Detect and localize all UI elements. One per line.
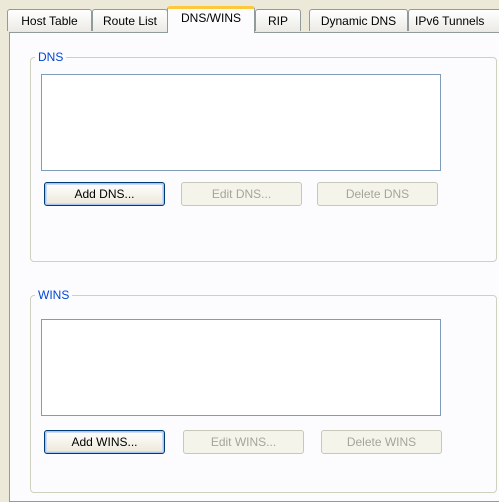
delete-wins-button-label: Delete WINS — [346, 435, 417, 449]
add-wins-button[interactable]: Add WINS... — [44, 430, 165, 454]
dns-wins-tab-page: DNS Add DNS... Edit DNS... Delete DNS WI… — [9, 32, 499, 502]
tab-host-table[interactable]: Host Table — [7, 9, 92, 31]
dns-group-label: DNS — [35, 50, 67, 64]
add-dns-button[interactable]: Add DNS... — [44, 182, 165, 206]
wins-group-label: WINS — [35, 288, 73, 302]
tab-host-table-label: Host Table — [21, 13, 78, 28]
delete-dns-button[interactable]: Delete DNS — [317, 182, 438, 206]
tab-dns-wins-label: DNS/WINS — [181, 11, 241, 25]
wins-server-list[interactable] — [41, 319, 441, 416]
wins-group: WINS Add WINS... Edit WINS... Delete WIN… — [30, 288, 497, 493]
tab-strip: Host Table Route List DNS/WINS RIP Dynam… — [0, 0, 499, 33]
dns-group: DNS Add DNS... Edit DNS... Delete DNS — [30, 50, 497, 262]
delete-wins-button[interactable]: Delete WINS — [321, 430, 442, 454]
tab-rip-label: RIP — [267, 13, 288, 28]
tab-dynamic-dns-label: Dynamic DNS — [320, 13, 397, 28]
edit-wins-button[interactable]: Edit WINS... — [183, 430, 304, 454]
tab-dns-wins[interactable]: DNS/WINS — [167, 6, 255, 33]
edit-dns-button[interactable]: Edit DNS... — [181, 182, 302, 206]
edit-dns-button-label: Edit DNS... — [211, 187, 272, 201]
tab-rip[interactable]: RIP — [255, 9, 301, 31]
delete-dns-button-label: Delete DNS — [345, 187, 410, 201]
tab-route-list-label: Route List — [102, 13, 158, 28]
edit-wins-button-label: Edit WINS... — [210, 435, 277, 449]
dns-server-list[interactable] — [41, 74, 441, 171]
add-dns-button-label: Add DNS... — [74, 187, 135, 201]
tab-ipv6-tunnels[interactable]: IPv6 Tunnels — [408, 9, 499, 31]
tab-ipv6-tunnels-label: IPv6 Tunnels — [415, 13, 485, 28]
tab-dynamic-dns[interactable]: Dynamic DNS — [309, 9, 408, 31]
tab-route-list[interactable]: Route List — [92, 9, 168, 31]
add-wins-button-label: Add WINS... — [71, 435, 138, 449]
